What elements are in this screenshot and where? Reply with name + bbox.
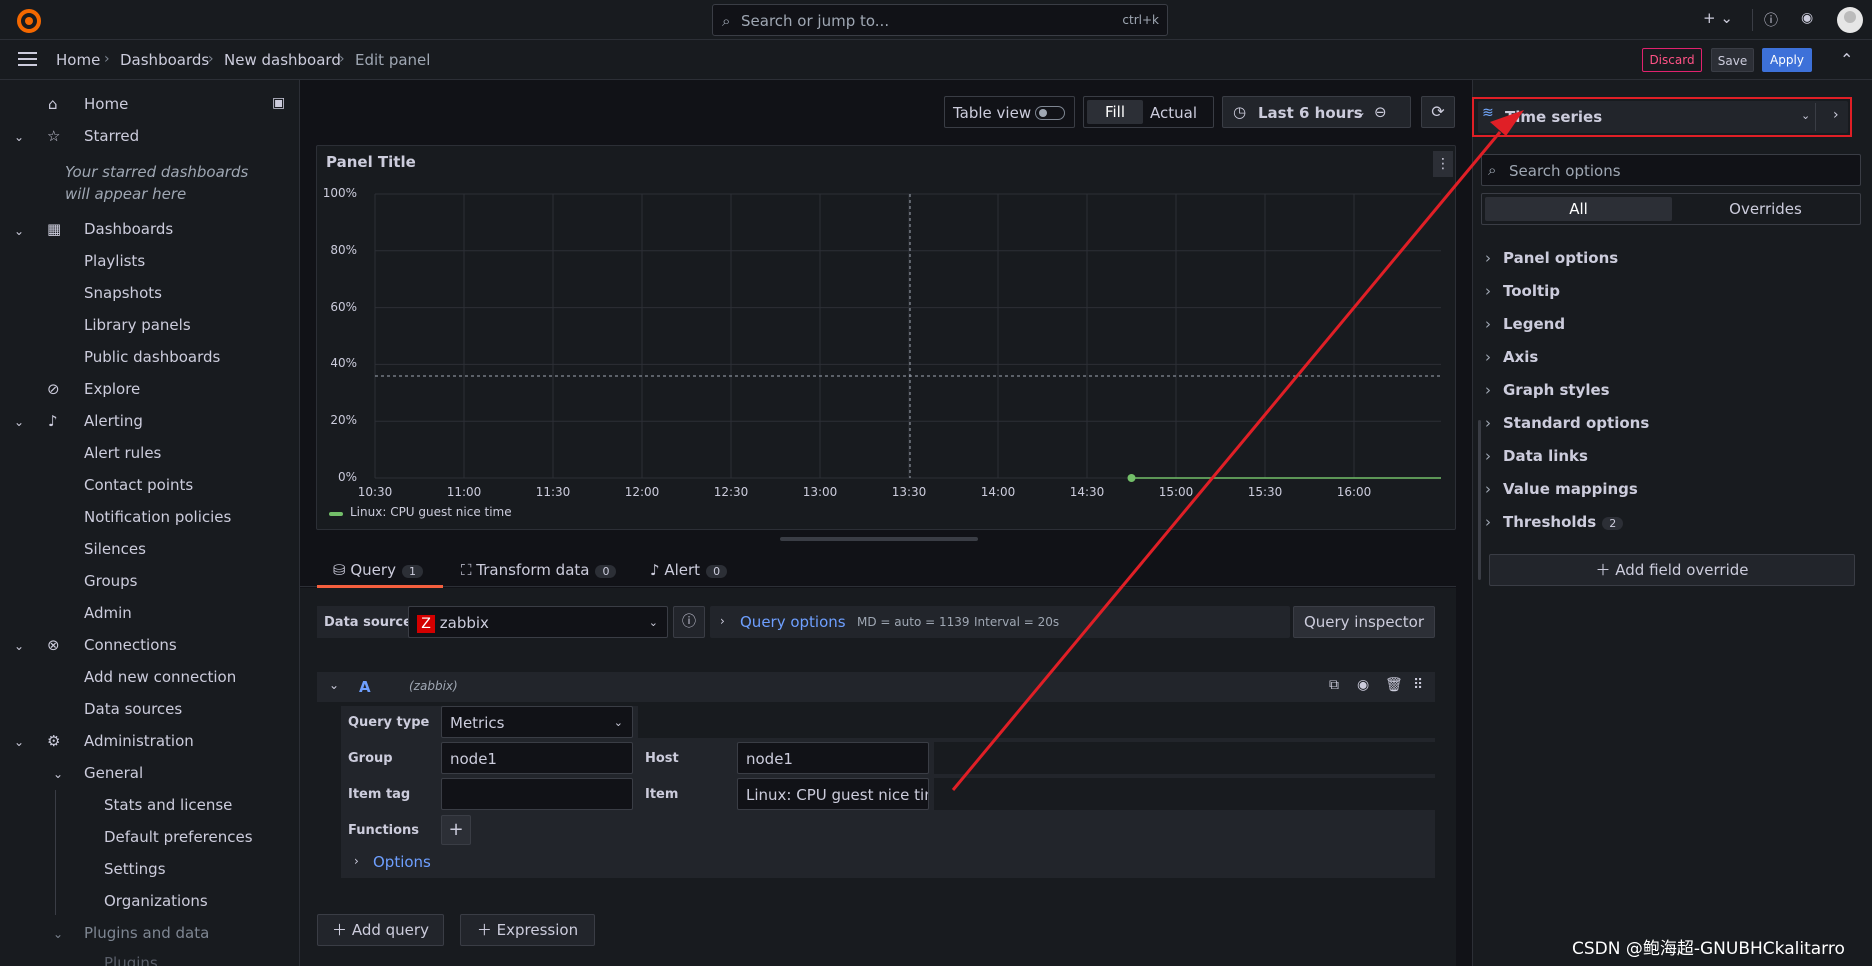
annotation-arrow bbox=[951, 110, 1524, 791]
watermark: CSDN @鲍海超-GNUBHCkalitarro bbox=[1572, 939, 1845, 959]
